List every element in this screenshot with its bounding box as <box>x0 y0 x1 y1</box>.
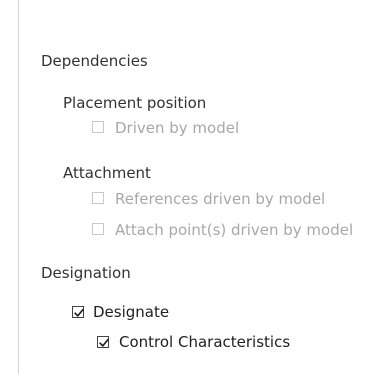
attachment-heading: Attachment <box>63 164 151 182</box>
designate-label: Designate <box>93 303 170 321</box>
references-driven-by-model-label: References driven by model <box>115 190 326 208</box>
control-characteristics-checkbox[interactable] <box>97 336 109 348</box>
control-characteristics-label: Control Characteristics <box>119 333 291 351</box>
placement-position-heading: Placement position <box>63 94 207 112</box>
designate-checkbox[interactable] <box>72 306 84 318</box>
checkmark-icon <box>74 308 84 317</box>
references-driven-by-model-checkbox[interactable] <box>92 192 104 204</box>
driven-by-model-label: Driven by model <box>115 119 240 137</box>
attach-points-driven-by-model-label: Attach point(s) driven by model <box>115 221 354 239</box>
designation-heading: Designation <box>41 264 131 282</box>
driven-by-model-checkbox[interactable] <box>92 121 104 133</box>
attach-points-driven-by-model-checkbox[interactable] <box>92 223 104 235</box>
dependencies-heading: Dependencies <box>41 52 148 70</box>
checkmark-icon <box>99 338 109 347</box>
